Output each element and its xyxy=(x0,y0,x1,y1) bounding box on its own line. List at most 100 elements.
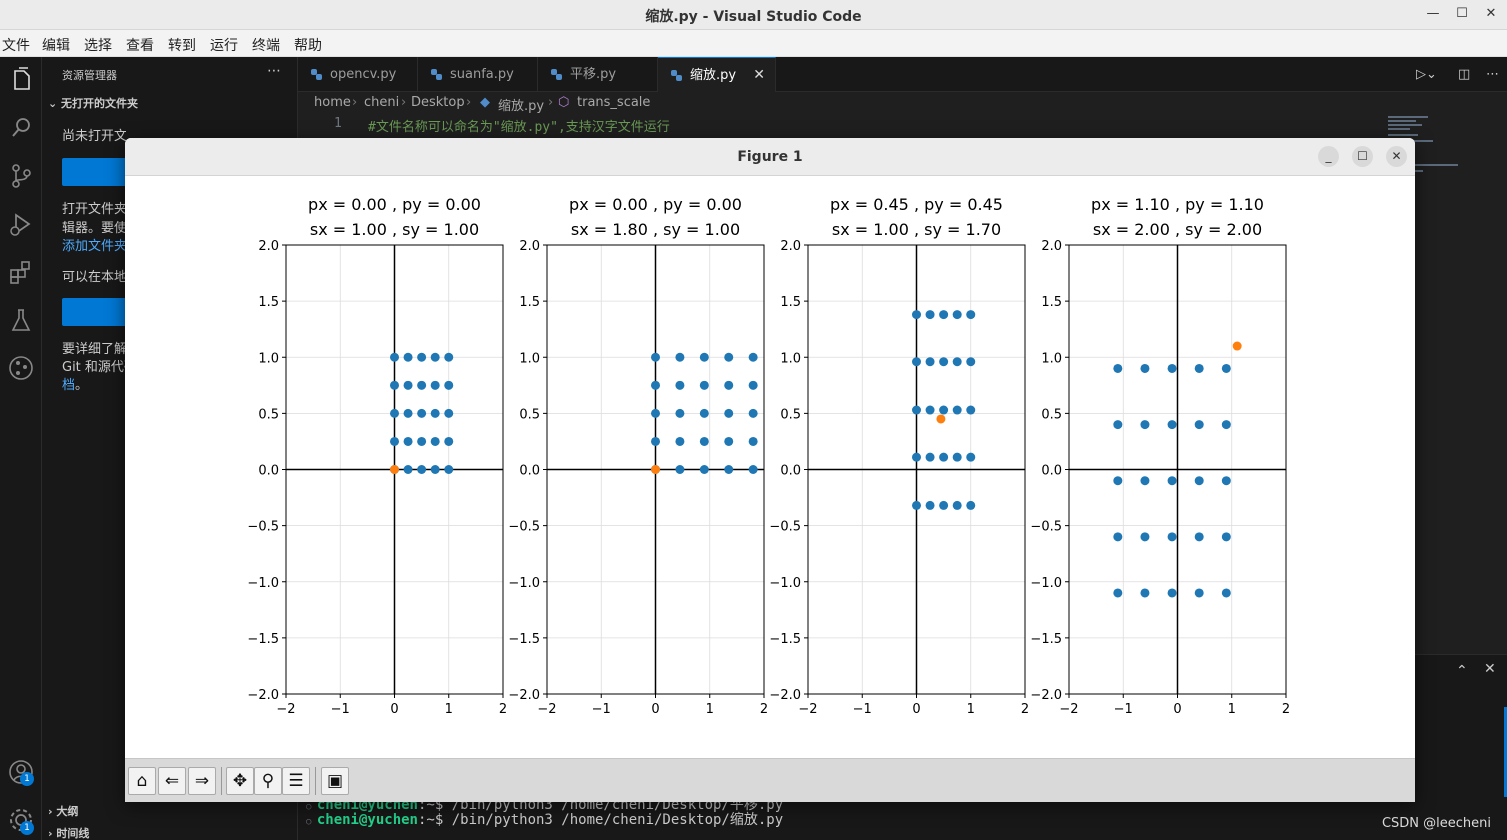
y-tick-label: 2.0 xyxy=(258,239,279,254)
docs-link[interactable]: 档 xyxy=(62,378,75,393)
breadcrumb-desktop[interactable]: Desktop xyxy=(411,95,465,110)
data-point xyxy=(724,465,734,474)
menu-view[interactable]: 查看 xyxy=(126,35,154,55)
x-tick-label: −1 xyxy=(592,702,611,717)
tab-suanfa[interactable]: suanfa.py xyxy=(418,57,538,92)
y-tick-label: −2.0 xyxy=(769,688,801,703)
close-window-button[interactable]: ✕ xyxy=(1476,3,1506,25)
source-control-icon[interactable] xyxy=(6,161,36,191)
data-point xyxy=(430,380,440,390)
data-point xyxy=(444,380,454,390)
x-tick-label: −2 xyxy=(276,702,295,717)
data-point xyxy=(939,405,949,415)
search-icon[interactable] xyxy=(6,113,36,143)
extensions-icon[interactable] xyxy=(6,257,36,287)
x-tick-label: −2 xyxy=(1059,702,1078,717)
scale-center-point xyxy=(936,414,946,424)
breadcrumb-cheni[interactable]: cheni xyxy=(364,95,399,110)
data-point xyxy=(651,380,660,390)
python-file-icon xyxy=(551,69,562,80)
menu-edit[interactable]: 编辑 xyxy=(42,35,70,55)
data-point xyxy=(952,405,962,415)
add-folder-link[interactable]: 添加文件夹 xyxy=(62,237,126,256)
breadcrumb-symbol[interactable]: trans_scale xyxy=(577,95,650,110)
breadcrumb-file[interactable]: 缩放.py xyxy=(498,95,544,114)
explorer-icon[interactable] xyxy=(6,65,36,95)
maximize-panel-icon[interactable]: ⌃ xyxy=(1456,663,1468,679)
data-point xyxy=(939,500,949,510)
menu-file[interactable]: 文件 xyxy=(2,35,30,55)
chevron-right-icon: › xyxy=(548,95,554,110)
menu-run[interactable]: 运行 xyxy=(210,35,238,55)
git-graph-icon[interactable] xyxy=(6,353,36,383)
home-icon[interactable]: ⌂ xyxy=(128,767,156,795)
data-point xyxy=(1194,532,1204,542)
figure-maximize-button[interactable]: ☐ xyxy=(1352,146,1373,167)
data-point xyxy=(430,465,440,474)
maximize-window-button[interactable]: ☐ xyxy=(1447,3,1477,25)
data-point xyxy=(675,436,685,446)
menu-help[interactable]: 帮助 xyxy=(294,35,322,55)
terminal[interactable]: ○ cheni@yuchen:~$ /bin/python3 /home/che… xyxy=(298,797,1507,840)
close-panel-icon[interactable]: ✕ xyxy=(1484,661,1496,677)
pan-icon[interactable]: ✥ xyxy=(226,767,254,795)
data-point xyxy=(675,352,685,362)
menu-go[interactable]: 转到 xyxy=(168,35,196,55)
data-point xyxy=(748,380,758,390)
back-icon[interactable]: ⇐ xyxy=(158,767,186,795)
y-tick-label: 0.0 xyxy=(780,464,801,479)
tab-pingyi[interactable]: 平移.py xyxy=(538,57,658,92)
x-tick-label: −2 xyxy=(798,702,817,717)
data-point xyxy=(925,310,935,320)
data-point xyxy=(724,408,734,418)
data-point xyxy=(651,408,660,418)
menu-terminal[interactable]: 终端 xyxy=(252,35,280,55)
data-point xyxy=(1113,363,1123,373)
more-editor-actions-icon[interactable]: ⋯ xyxy=(1486,67,1504,83)
data-point xyxy=(748,436,758,446)
testing-icon[interactable] xyxy=(6,305,36,335)
data-point xyxy=(430,436,440,446)
minimize-window-button[interactable]: — xyxy=(1418,3,1448,25)
data-point xyxy=(444,408,454,418)
split-editor-icon[interactable]: ◫ xyxy=(1458,67,1476,83)
x-tick-label: 2 xyxy=(1282,702,1290,717)
data-point xyxy=(403,436,413,446)
subplot-title: sx = 1.80 , sy = 1.00 xyxy=(571,220,740,239)
outline-label: 大纲 xyxy=(56,805,79,818)
tab-opencv[interactable]: opencv.py xyxy=(298,57,418,92)
run-debug-icon[interactable] xyxy=(6,209,36,239)
figure-minimize-button[interactable]: _ xyxy=(1318,146,1339,167)
save-icon[interactable]: ▣ xyxy=(321,767,349,795)
data-point xyxy=(966,500,976,510)
figure-close-button[interactable]: ✕ xyxy=(1386,146,1407,167)
data-point xyxy=(1194,420,1204,430)
more-actions-button[interactable]: ⋯ xyxy=(267,63,281,79)
data-point xyxy=(952,310,962,320)
data-point xyxy=(1167,363,1177,373)
y-tick-label: −1.0 xyxy=(769,576,801,591)
close-tab-icon[interactable]: ✕ xyxy=(753,58,765,93)
y-tick-label: 0.5 xyxy=(1041,407,1062,422)
data-point xyxy=(912,452,921,462)
data-point xyxy=(1167,476,1177,486)
zoom-icon[interactable]: ⚲ xyxy=(254,767,282,795)
forward-icon[interactable]: ⇒ xyxy=(188,767,216,795)
breadcrumb-home[interactable]: home xyxy=(314,95,351,110)
data-point xyxy=(748,352,758,362)
data-point xyxy=(1221,588,1231,598)
data-point xyxy=(417,465,427,474)
data-point xyxy=(939,452,949,462)
sidebar-header: 资源管理器 xyxy=(62,69,117,82)
timeline-section[interactable]: › 时间线 xyxy=(48,825,89,840)
tab-suofang[interactable]: 缩放.py ✕ xyxy=(658,57,776,92)
x-tick-label: 1 xyxy=(445,702,453,717)
run-python-icon[interactable]: ▷⌄ xyxy=(1416,67,1437,83)
configure-subplots-icon[interactable]: ☰ xyxy=(282,767,310,795)
outline-section[interactable]: › 大纲 xyxy=(48,803,78,819)
data-point xyxy=(1140,588,1150,598)
menu-selection[interactable]: 选择 xyxy=(84,35,112,55)
section-no-folder[interactable]: ⌄ 无打开的文件夹 xyxy=(48,95,138,111)
y-tick-label: −0.5 xyxy=(769,520,801,535)
x-tick-label: 0 xyxy=(651,702,659,717)
